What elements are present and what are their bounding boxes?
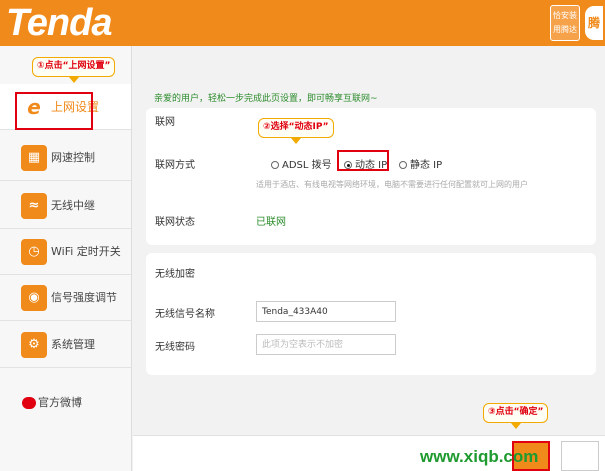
radio-label: ADSL 拨号 (282, 160, 332, 171)
weibo-icon (22, 397, 36, 409)
relay-icon: ≈ (21, 193, 47, 219)
wifi-password-input[interactable] (256, 334, 396, 355)
wireless-card: 无线加密 无线信号名称 无线密码 (146, 253, 596, 375)
intro-text: 亲爱的用户，轻松一步完成此页设置，即可畅享互联网~ (154, 94, 378, 104)
sidebar-item-label: 网速控制 (51, 151, 95, 164)
callout-step-2: ②选择“动态IP” (258, 118, 334, 144)
sidebar-item-signal-strength[interactable]: ◉ 信号强度调节 (0, 275, 131, 321)
radio-circle (399, 161, 407, 169)
sidebar-item-wifi-timer[interactable]: ◷ WiFi 定时开关 (0, 229, 131, 275)
sidebar: e 上网设置 ▦ 网速控制 ≈ 无线中继 ◷ WiFi 定时开关 ◉ 信号强度调… (0, 46, 132, 471)
app-badge-line-1: 恰安装 (553, 11, 577, 20)
connection-method-label: 联网方式 (155, 160, 195, 171)
radio-adsl[interactable]: ADSL 拨号 (271, 156, 332, 171)
sidebar-item-speed-control[interactable]: ▦ 网速控制 (0, 135, 131, 181)
wifi-password-label: 无线密码 (155, 342, 195, 353)
connection-description: 适用于酒店、有线电视等网络环境，电脑不需要进行任何配置就可上网的用户 (256, 180, 528, 189)
top-header: Tenda 恰安装 用腾达 腾 (0, 0, 605, 46)
ssid-label: 无线信号名称 (155, 309, 215, 320)
sidebar-item-label: 系统管理 (51, 338, 95, 351)
ssid-input[interactable] (256, 301, 396, 322)
network-section-title: 联网 (155, 117, 175, 128)
brand-emblem-icon: 腾 (585, 6, 603, 40)
speed-icon: ▦ (21, 145, 47, 171)
radio-circle (271, 161, 279, 169)
highlight-box-dynamic-ip (337, 150, 389, 171)
sidebar-item-label: WiFi 定时开关 (51, 245, 121, 258)
wireless-section-title: 无线加密 (155, 269, 195, 280)
timer-icon: ◷ (21, 239, 47, 265)
weibo-label: 官方微博 (38, 396, 82, 409)
cancel-button[interactable] (561, 441, 599, 471)
app-download-badge[interactable]: 恰安装 用腾达 (550, 5, 580, 41)
highlight-box-internet-settings (15, 92, 93, 130)
radio-label: 静态 IP (410, 160, 443, 171)
sidebar-item-label: 信号强度调节 (51, 291, 117, 304)
connection-status-label: 联网状态 (155, 217, 195, 228)
sidebar-item-label: 无线中继 (51, 199, 95, 212)
sidebar-item-system-management[interactable]: ⚙ 系统管理 (0, 322, 131, 368)
callout-step-1: ①点击“上网设置” (32, 57, 116, 83)
watermark-text: www.xiqb.com (420, 447, 539, 466)
app-badge-line-2: 用腾达 (553, 25, 577, 34)
sidebar-item-wireless-relay[interactable]: ≈ 无线中继 (0, 183, 131, 229)
callout-step-3: ③点击“确定” (483, 403, 549, 429)
connection-status-value: 已联网 (256, 217, 286, 228)
gear-icon: ⚙ (21, 332, 47, 358)
network-card: 联网 联网方式 ADSL 拨号 动态 IP 静态 IP 适用于酒店、有线电视等网… (146, 108, 596, 245)
tenda-logo: Tenda (6, 2, 112, 44)
signal-icon: ◉ (21, 285, 47, 311)
radio-static-ip[interactable]: 静态 IP (399, 156, 442, 171)
